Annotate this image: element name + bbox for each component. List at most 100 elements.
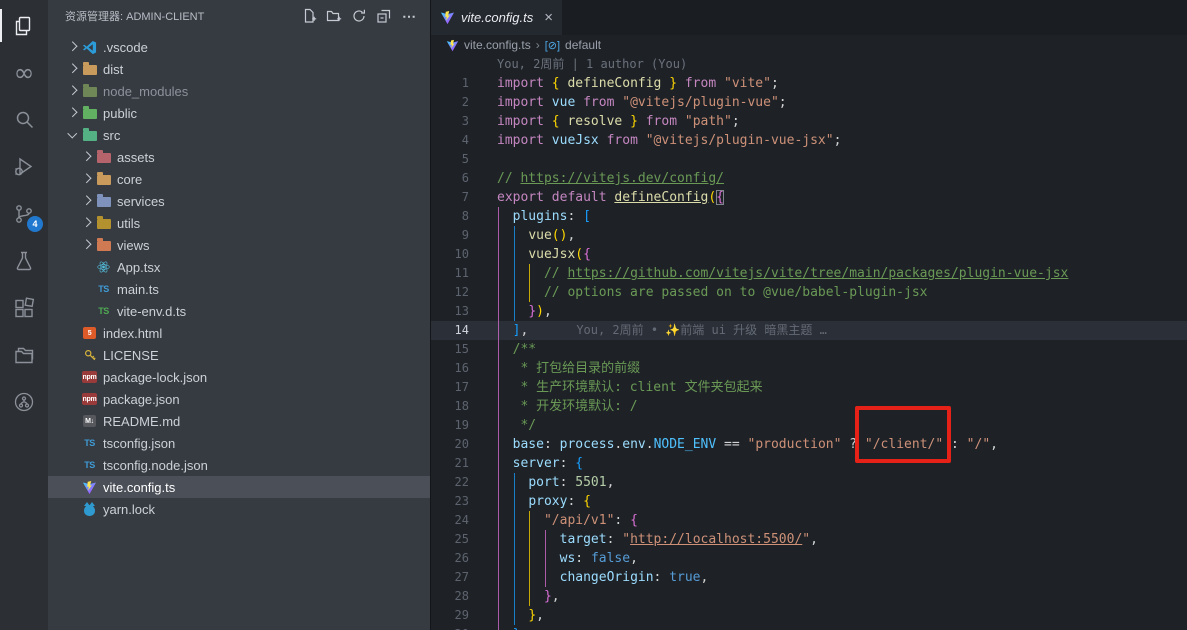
line-number[interactable]: 11 xyxy=(431,264,487,283)
line-number[interactable]: 14 xyxy=(431,321,487,340)
line-number[interactable]: 18 xyxy=(431,397,487,416)
tree-item-utils[interactable]: utils xyxy=(48,212,430,234)
tree-item-readme-md[interactable]: M↓README.md xyxy=(48,410,430,432)
tree-item-tsconfig-json[interactable]: TStsconfig.json xyxy=(48,432,430,454)
line-number[interactable]: 22 xyxy=(431,473,487,492)
tree-item-package-json[interactable]: npmpackage.json xyxy=(48,388,430,410)
tree-item-package-lock-json[interactable]: npmpackage-lock.json xyxy=(48,366,430,388)
line-number[interactable]: 13 xyxy=(431,302,487,321)
line-number[interactable]: 20 xyxy=(431,435,487,454)
extensions-activity-icon[interactable] xyxy=(0,284,48,331)
line-number[interactable]: 12 xyxy=(431,283,487,302)
code-line-2[interactable]: 2import vue from "@vitejs/plugin-vue"; xyxy=(431,93,1187,112)
line-number[interactable]: 24 xyxy=(431,511,487,530)
code-line-7[interactable]: 7export default defineConfig({ xyxy=(431,188,1187,207)
line-number[interactable]: 7 xyxy=(431,188,487,207)
line-number[interactable]: 30 xyxy=(431,625,487,630)
code-line-9[interactable]: 9 vue(), xyxy=(431,226,1187,245)
code-line-4[interactable]: 4import vueJsx from "@vitejs/plugin-vue-… xyxy=(431,131,1187,150)
code-line-18[interactable]: 18 * 开发环境默认: / xyxy=(431,397,1187,416)
tree-item-vite-config-ts[interactable]: vite.config.ts xyxy=(48,476,430,498)
line-number[interactable]: 27 xyxy=(431,568,487,587)
tree-item-public[interactable]: public xyxy=(48,102,430,124)
line-number[interactable]: 15 xyxy=(431,340,487,359)
code-line-24[interactable]: 24 "/api/v1": { xyxy=(431,511,1187,530)
code-editor[interactable]: You, 2周前 | 1 author (You)1import { defin… xyxy=(431,55,1187,630)
line-number[interactable]: 6 xyxy=(431,169,487,188)
code-line-14[interactable]: 14 ],You, 2周前 • ✨前端 ui 升级 暗黑主题 … xyxy=(431,321,1187,340)
line-number[interactable]: 4 xyxy=(431,131,487,150)
line-number[interactable]: 28 xyxy=(431,587,487,606)
chevron-right-icon[interactable] xyxy=(64,39,81,55)
collapse-folders-icon[interactable] xyxy=(373,5,395,27)
vs-logo-activity-icon[interactable]: ∞ xyxy=(0,49,48,96)
chevron-right-icon[interactable] xyxy=(64,61,81,77)
code-line-29[interactable]: 29 }, xyxy=(431,606,1187,625)
chevron-right-icon[interactable] xyxy=(64,105,81,121)
testing-activity-icon[interactable] xyxy=(0,237,48,284)
code-line-13[interactable]: 13 }), xyxy=(431,302,1187,321)
tree-item-core[interactable]: core xyxy=(48,168,430,190)
line-number[interactable]: 9 xyxy=(431,226,487,245)
breadcrumb-file[interactable]: vite.config.ts xyxy=(464,38,531,52)
search-activity-icon[interactable] xyxy=(0,96,48,143)
code-line-8[interactable]: 8 plugins: [ xyxy=(431,207,1187,226)
line-number[interactable]: 17 xyxy=(431,378,487,397)
run-debug-activity-icon[interactable] xyxy=(0,143,48,190)
refresh-icon[interactable] xyxy=(348,5,370,27)
code-line-10[interactable]: 10 vueJsx({ xyxy=(431,245,1187,264)
git-graph-activity-icon[interactable] xyxy=(0,378,48,425)
code-line-5[interactable]: 5 xyxy=(431,150,1187,169)
tree-item-services[interactable]: services xyxy=(48,190,430,212)
tree-item-main-ts[interactable]: TSmain.ts xyxy=(48,278,430,300)
code-line-15[interactable]: 15 /** xyxy=(431,340,1187,359)
code-line-19[interactable]: 19 */ xyxy=(431,416,1187,435)
line-number[interactable]: 8 xyxy=(431,207,487,226)
code-line-3[interactable]: 3import { resolve } from "path"; xyxy=(431,112,1187,131)
line-number[interactable]: 21 xyxy=(431,454,487,473)
tree-item-index-html[interactable]: 5index.html xyxy=(48,322,430,344)
line-number[interactable]: 16 xyxy=(431,359,487,378)
chevron-right-icon[interactable] xyxy=(78,171,95,187)
new-file-icon[interactable] xyxy=(298,5,320,27)
line-number[interactable]: 1 xyxy=(431,74,487,93)
tree-item-tsconfig-node-json[interactable]: TStsconfig.node.json xyxy=(48,454,430,476)
chevron-right-icon[interactable] xyxy=(64,83,81,99)
tab-vite-config[interactable]: vite.config.ts xyxy=(431,0,562,35)
code-line-23[interactable]: 23 proxy: { xyxy=(431,492,1187,511)
line-number[interactable]: 10 xyxy=(431,245,487,264)
tree-item-vite-env-d-ts[interactable]: TSvite-env.d.ts xyxy=(48,300,430,322)
line-number[interactable]: 25 xyxy=(431,530,487,549)
line-number[interactable]: 19 xyxy=(431,416,487,435)
code-line-16[interactable]: 16 * 打包给目录的前缀 xyxy=(431,359,1187,378)
code-line-1[interactable]: 1import { defineConfig } from "vite"; xyxy=(431,74,1187,93)
tree-item-license[interactable]: LICENSE xyxy=(48,344,430,366)
explorer-activity-icon[interactable] xyxy=(0,2,48,49)
tree-item-assets[interactable]: assets xyxy=(48,146,430,168)
chevron-right-icon[interactable] xyxy=(78,193,95,209)
tree-item-views[interactable]: views xyxy=(48,234,430,256)
close-icon[interactable] xyxy=(544,10,553,25)
code-line-28[interactable]: 28 }, xyxy=(431,587,1187,606)
chevron-down-icon[interactable] xyxy=(64,127,81,143)
code-line-17[interactable]: 17 * 生产环境默认: client 文件夹包起来 xyxy=(431,378,1187,397)
breadcrumb-symbol[interactable]: default xyxy=(565,38,601,52)
tree-item-node-modules[interactable]: node_modules xyxy=(48,80,430,102)
source-control-activity-icon[interactable]: 4 xyxy=(0,190,48,237)
tree-item--vscode[interactable]: .vscode xyxy=(48,36,430,58)
code-line-30[interactable]: 30 }, xyxy=(431,625,1187,630)
code-line-21[interactable]: 21 server: { xyxy=(431,454,1187,473)
code-line-6[interactable]: 6// https://vitejs.dev/config/ xyxy=(431,169,1187,188)
chevron-right-icon[interactable] xyxy=(78,215,95,231)
more-actions-icon[interactable] xyxy=(398,5,420,27)
code-line-12[interactable]: 12 // options are passed on to @vue/babe… xyxy=(431,283,1187,302)
chevron-right-icon[interactable] xyxy=(78,149,95,165)
tree-item-app-tsx[interactable]: App.tsx xyxy=(48,256,430,278)
code-line-20[interactable]: 20 base: process.env.NODE_ENV == "produc… xyxy=(431,435,1187,454)
chevron-right-icon[interactable] xyxy=(78,237,95,253)
tree-item-src[interactable]: src xyxy=(48,124,430,146)
line-number[interactable]: 5 xyxy=(431,150,487,169)
tree-item-dist[interactable]: dist xyxy=(48,58,430,80)
line-number[interactable]: 29 xyxy=(431,606,487,625)
line-number[interactable]: 26 xyxy=(431,549,487,568)
